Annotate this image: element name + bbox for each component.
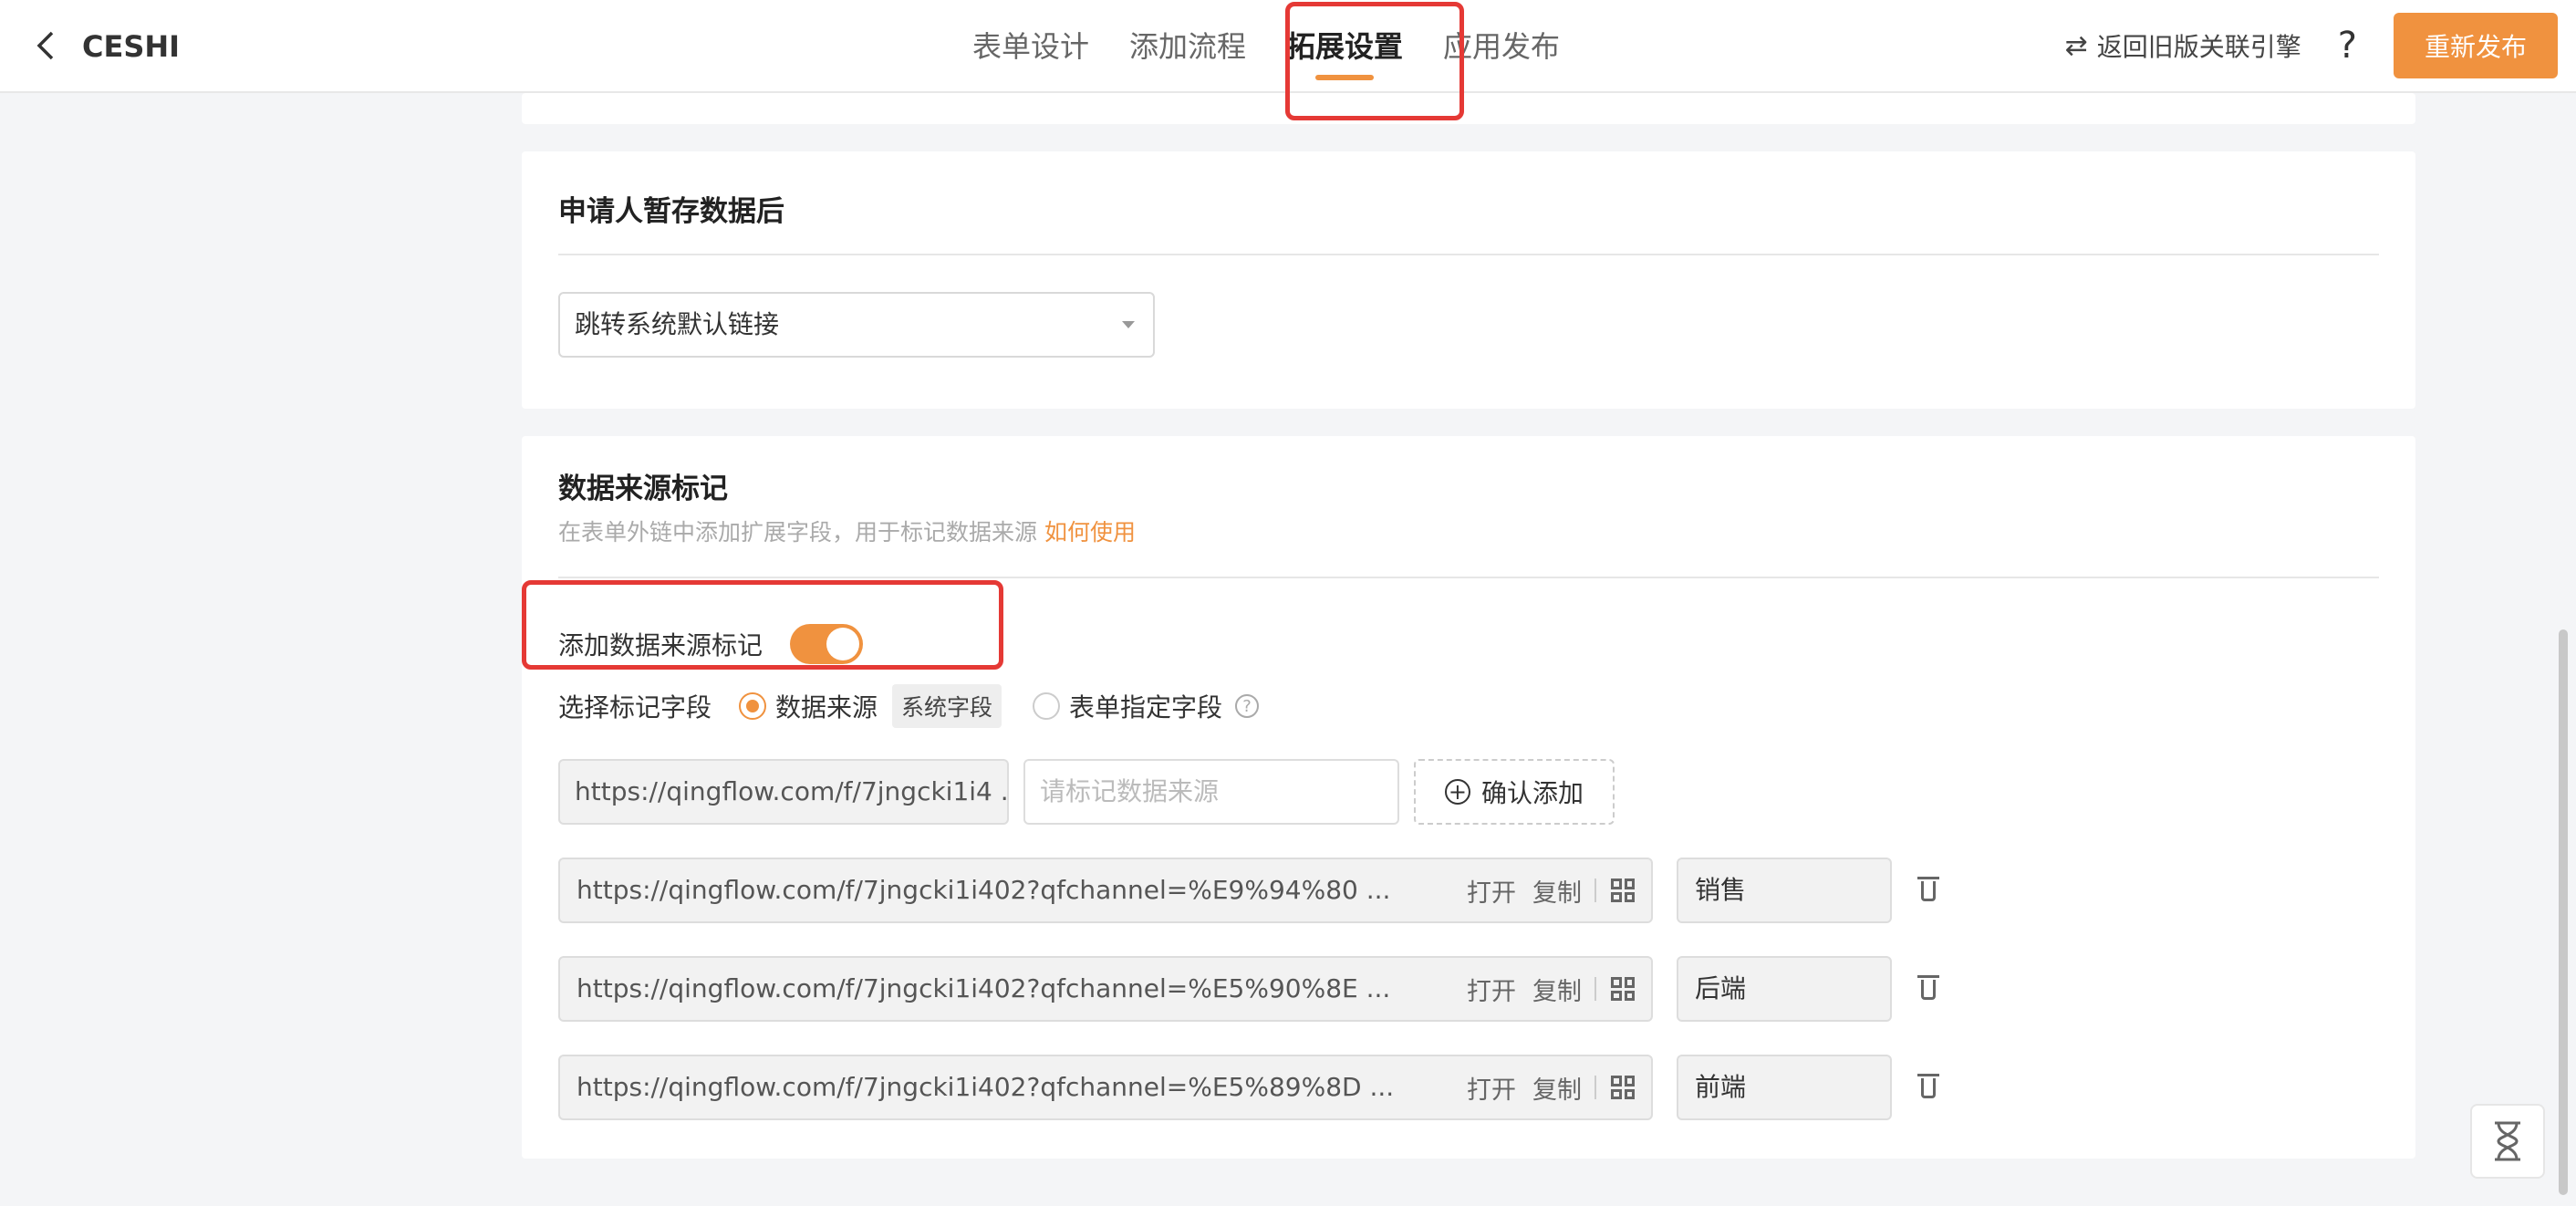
section-description: 在表单外链中添加扩展字段，用于标记数据来源 如何使用 (558, 515, 1136, 547)
source-link-field: https://qingflow.com/f/7jngcki1i402?qfch… (558, 1055, 1653, 1120)
source-label-field[interactable]: 销售 (1677, 858, 1892, 923)
radio-data-source[interactable] (739, 692, 767, 720)
tab-form-design[interactable]: 表单设计 (972, 0, 1089, 93)
mark-field-row: 选择标记字段 数据来源 系统字段 表单指定字段 ? (558, 682, 1260, 730)
delete-icon[interactable] (1916, 875, 1943, 906)
link-actions: 打开 复制 (1450, 958, 1635, 1020)
system-field-tag: 系统字段 (892, 684, 1002, 728)
option-form-field[interactable]: 表单指定字段 (1069, 688, 1222, 724)
divider (558, 254, 2379, 255)
top-header: CESHI 表单设计 添加流程 拓展设置 应用发布 ⇄ 返回旧版关联引擎 ? 重… (0, 0, 2576, 93)
tab-extension-settings[interactable]: 拓展设置 (1286, 0, 1403, 93)
source-link-url: https://qingflow.com/f/7jngcki1i402?qfch… (576, 875, 1391, 905)
source-tag-input[interactable]: 请标记数据来源 (1023, 759, 1399, 825)
legacy-engine-label: 返回旧版关联引擎 (2096, 32, 2301, 62)
hourglass-icon[interactable] (2470, 1104, 2545, 1179)
plus-circle-icon: + (1444, 779, 1470, 805)
after-save-card: 申请人暂存数据后 跳转系统默认链接 (522, 151, 2415, 409)
question-icon[interactable]: ? (1235, 694, 1260, 718)
open-link-button[interactable]: 打开 (1467, 1070, 1516, 1106)
link-actions: 打开 复制 (1450, 859, 1635, 921)
confirm-add-button[interactable]: + 确认添加 (1414, 759, 1615, 825)
mark-field-label: 选择标记字段 (558, 692, 712, 723)
section-title: 数据来源标记 (558, 473, 728, 505)
help-icon[interactable]: ? (2338, 25, 2357, 67)
app-title: CESHI (82, 29, 181, 64)
qrcode-icon[interactable] (1611, 977, 1635, 1001)
source-link-row: https://qingflow.com/f/7jngcki1i402?qfch… (558, 1055, 1943, 1120)
source-link-row: https://qingflow.com/f/7jngcki1i402?qfch… (558, 956, 1943, 1022)
republish-button[interactable]: 重新发布 (2394, 13, 2558, 78)
open-link-button[interactable]: 打开 (1467, 972, 1516, 1007)
add-source-row: https://qingflow.com/f/7jngcki1i4 ... 请标… (558, 759, 1615, 825)
how-to-use-link[interactable]: 如何使用 (1044, 519, 1136, 546)
separator (1594, 977, 1596, 1001)
link-actions: 打开 复制 (1450, 1056, 1635, 1118)
back-icon[interactable] (27, 27, 64, 64)
section-title: 申请人暂存数据后 (558, 195, 784, 228)
source-mark-toggle-row: 添加数据来源标记 (558, 617, 864, 671)
legacy-engine-link[interactable]: ⇄ 返回旧版关联引擎 (2065, 27, 2301, 64)
open-link-button[interactable]: 打开 (1467, 873, 1516, 909)
copy-link-button[interactable]: 复制 (1532, 972, 1582, 1007)
source-link-url: https://qingflow.com/f/7jngcki1i402?qfch… (576, 973, 1391, 1003)
previous-section-card (522, 93, 2415, 124)
source-label-field[interactable]: 前端 (1677, 1055, 1892, 1120)
delete-icon[interactable] (1916, 973, 1943, 1004)
qrcode-icon[interactable] (1611, 879, 1635, 902)
source-link-row: https://qingflow.com/f/7jngcki1i402?qfch… (558, 858, 1943, 923)
page-scrollbar[interactable] (2559, 629, 2568, 1195)
divider (558, 577, 2379, 578)
toggle-label: 添加数据来源标记 (558, 630, 763, 660)
toggle-knob (826, 628, 860, 660)
option-data-source[interactable]: 数据来源 (775, 688, 878, 724)
radio-form-field[interactable] (1033, 692, 1061, 720)
tab-app-publish[interactable]: 应用发布 (1443, 0, 1560, 93)
source-label-field[interactable]: 后端 (1677, 956, 1892, 1022)
separator (1594, 879, 1596, 902)
header-actions: ⇄ 返回旧版关联引擎 ? 重新发布 (2065, 13, 2558, 78)
qrcode-icon[interactable] (1611, 1076, 1635, 1099)
description-text: 在表单外链中添加扩展字段，用于标记数据来源 (558, 519, 1038, 546)
source-link-field: https://qingflow.com/f/7jngcki1i402?qfch… (558, 858, 1653, 923)
source-link-field: https://qingflow.com/f/7jngcki1i402?qfch… (558, 956, 1653, 1022)
tab-add-process[interactable]: 添加流程 (1129, 0, 1246, 93)
main-tabs: 表单设计 添加流程 拓展设置 应用发布 (972, 0, 1600, 93)
redirect-select[interactable]: 跳转系统默认链接 (558, 292, 1155, 358)
source-mark-card: 数据来源标记 在表单外链中添加扩展字段，用于标记数据来源 如何使用 添加数据来源… (522, 436, 2415, 1159)
redirect-select-value: 跳转系统默认链接 (575, 309, 780, 339)
caret-down-icon (1122, 321, 1135, 328)
source-mark-toggle[interactable] (790, 624, 864, 664)
copy-link-button[interactable]: 复制 (1532, 873, 1582, 909)
separator (1594, 1076, 1596, 1099)
copy-link-button[interactable]: 复制 (1532, 1070, 1582, 1106)
confirm-add-label: 确认添加 (1480, 778, 1584, 808)
source-link-url: https://qingflow.com/f/7jngcki1i402?qfch… (576, 1072, 1395, 1102)
form-url-field[interactable]: https://qingflow.com/f/7jngcki1i4 ... (558, 759, 1009, 825)
swap-icon: ⇄ (2064, 29, 2088, 62)
delete-icon[interactable] (1916, 1072, 1943, 1103)
